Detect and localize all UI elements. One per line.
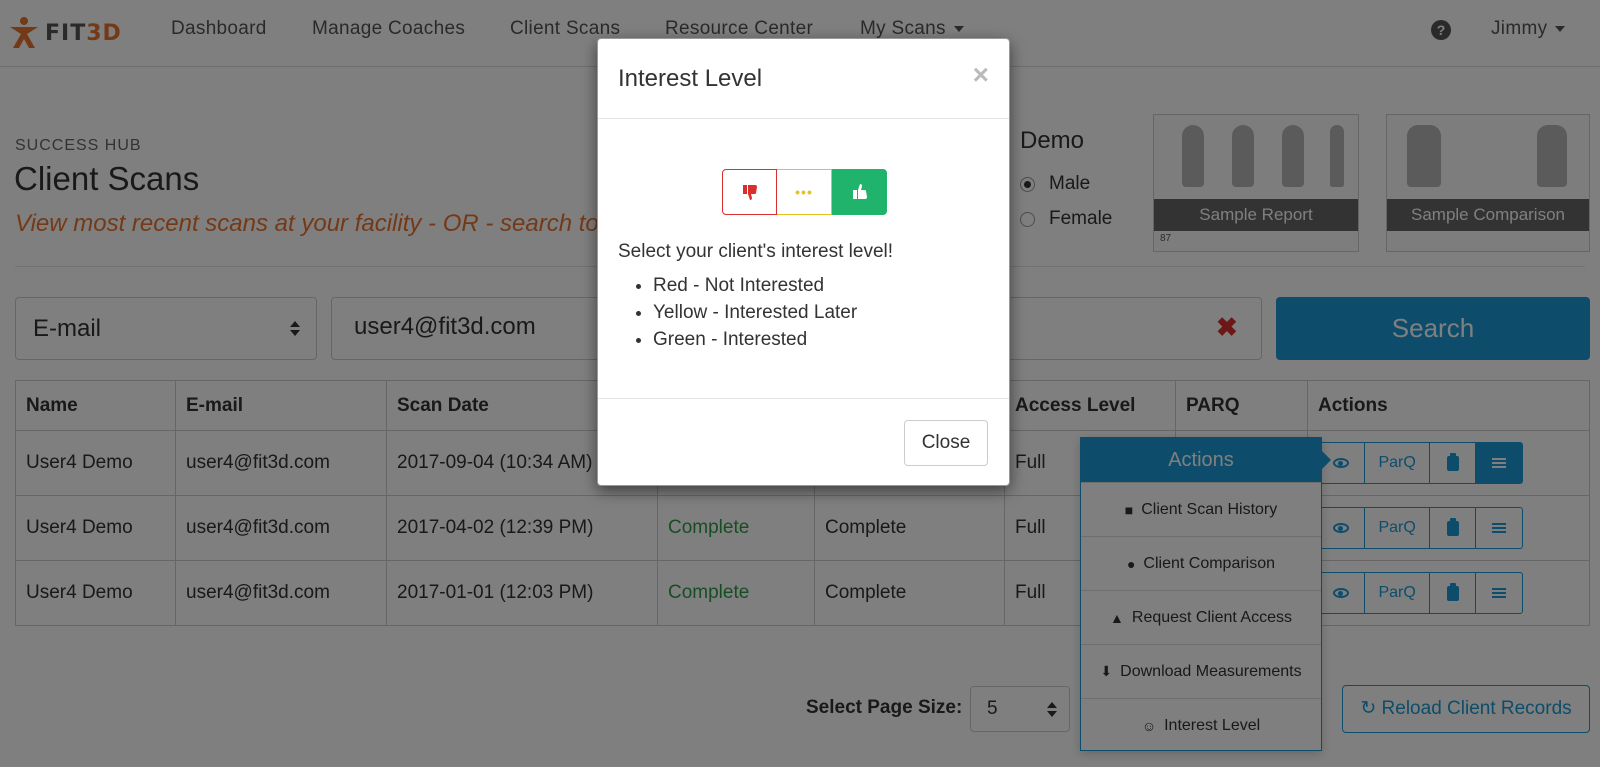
modal-title: Interest Level	[618, 65, 763, 92]
interest-level-legend: Red - Not Interested Yellow - Interested…	[653, 275, 857, 356]
close-button[interactable]: Close	[904, 420, 988, 466]
interest-level-modal: Interest Level × ••• Select your client'…	[597, 38, 1010, 486]
close-icon[interactable]: ×	[973, 59, 989, 91]
interest-level-button-group: •••	[722, 169, 887, 215]
modal-header: Interest Level ×	[598, 39, 1009, 119]
not-interested-button[interactable]	[722, 169, 777, 215]
list-item: Green - Interested	[653, 329, 857, 350]
thumbs-up-icon	[852, 184, 867, 199]
modal-body: ••• Select your client's interest level!…	[598, 119, 1009, 399]
thumbs-down-icon	[742, 185, 757, 200]
modal-footer: Close	[598, 399, 1009, 485]
ellipsis-icon: •••	[795, 184, 813, 200]
modal-prompt: Select your client's interest level!	[618, 241, 894, 262]
list-item: Red - Not Interested	[653, 275, 857, 296]
list-item: Yellow - Interested Later	[653, 302, 857, 323]
interested-button[interactable]	[832, 169, 887, 215]
interested-later-button[interactable]: •••	[777, 169, 832, 215]
